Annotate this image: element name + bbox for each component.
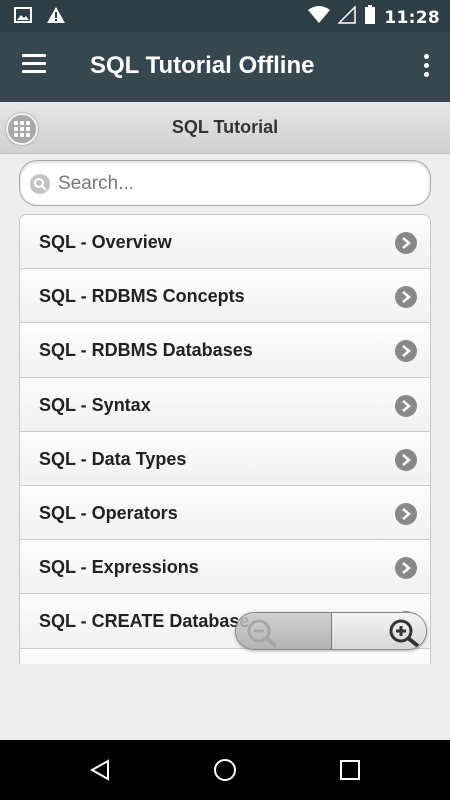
battery-icon [364, 5, 376, 30]
home-icon[interactable] [213, 758, 237, 782]
list-item-label: SQL - Overview [39, 232, 172, 252]
list-item[interactable]: SQL - RDBMS Databases [20, 323, 430, 378]
list-item[interactable]: SQL - Data Types [20, 431, 430, 486]
topic-list: SQL - Overview SQL - RDBMS Concepts SQL … [19, 214, 431, 664]
list-item[interactable]: SQL - Syntax [20, 377, 430, 432]
zoom-out-icon [246, 618, 280, 649]
app-bar: SQL Tutorial Offline [0, 32, 450, 102]
chevron-right-icon [395, 340, 417, 363]
search-input[interactable] [58, 169, 418, 199]
list-item-label: SQL - CREATE Database [39, 611, 250, 632]
navigation-bar [0, 740, 450, 800]
list-item-label: SQL - Data Types [39, 448, 187, 469]
chevron-right-icon [395, 557, 417, 580]
list-item[interactable]: SQL - Overview [20, 215, 430, 270]
list-item-label: SQL - Expressions [39, 557, 199, 578]
list-item-label: SQL - Operators [39, 502, 178, 523]
list-item-label: SQL - Syntax [39, 394, 151, 415]
back-icon[interactable] [88, 758, 112, 782]
wifi-icon [308, 6, 331, 29]
search-icon [30, 174, 50, 194]
list-item[interactable]: SQL - RDBMS Concepts [20, 269, 430, 324]
list-item[interactable]: SQL - Expressions [20, 540, 430, 595]
chevron-right-icon [395, 502, 417, 525]
list-item-label: SQL - RDBMS Databases [39, 340, 253, 361]
chevron-right-icon [395, 232, 417, 254]
zoom-in-button[interactable] [332, 613, 426, 649]
content-bottom [0, 664, 450, 740]
search-box [19, 160, 431, 206]
status-time: 11:28 [384, 7, 440, 28]
image-icon [14, 7, 32, 28]
status-bar: 11:28 [0, 0, 450, 32]
chevron-right-icon [395, 448, 417, 471]
signal-icon [337, 5, 357, 29]
warning-icon [46, 6, 66, 29]
app-title: SQL Tutorial Offline [90, 52, 315, 79]
recents-icon[interactable] [338, 758, 362, 782]
list-item[interactable]: SQL - Operators [20, 485, 430, 541]
zoom-control [235, 612, 427, 650]
hamburger-menu-icon[interactable] [22, 54, 48, 78]
chevron-right-icon [395, 394, 417, 417]
list-item-label: SQL - RDBMS Concepts [39, 286, 245, 307]
more-vert-icon[interactable] [424, 54, 430, 80]
list-item[interactable] [20, 648, 430, 664]
page-title: SQL Tutorial [171, 117, 279, 137]
page-header: SQL Tutorial [0, 102, 450, 154]
zoom-out-button[interactable] [236, 613, 332, 649]
chevron-right-icon [395, 286, 417, 309]
zoom-in-icon [388, 618, 422, 649]
